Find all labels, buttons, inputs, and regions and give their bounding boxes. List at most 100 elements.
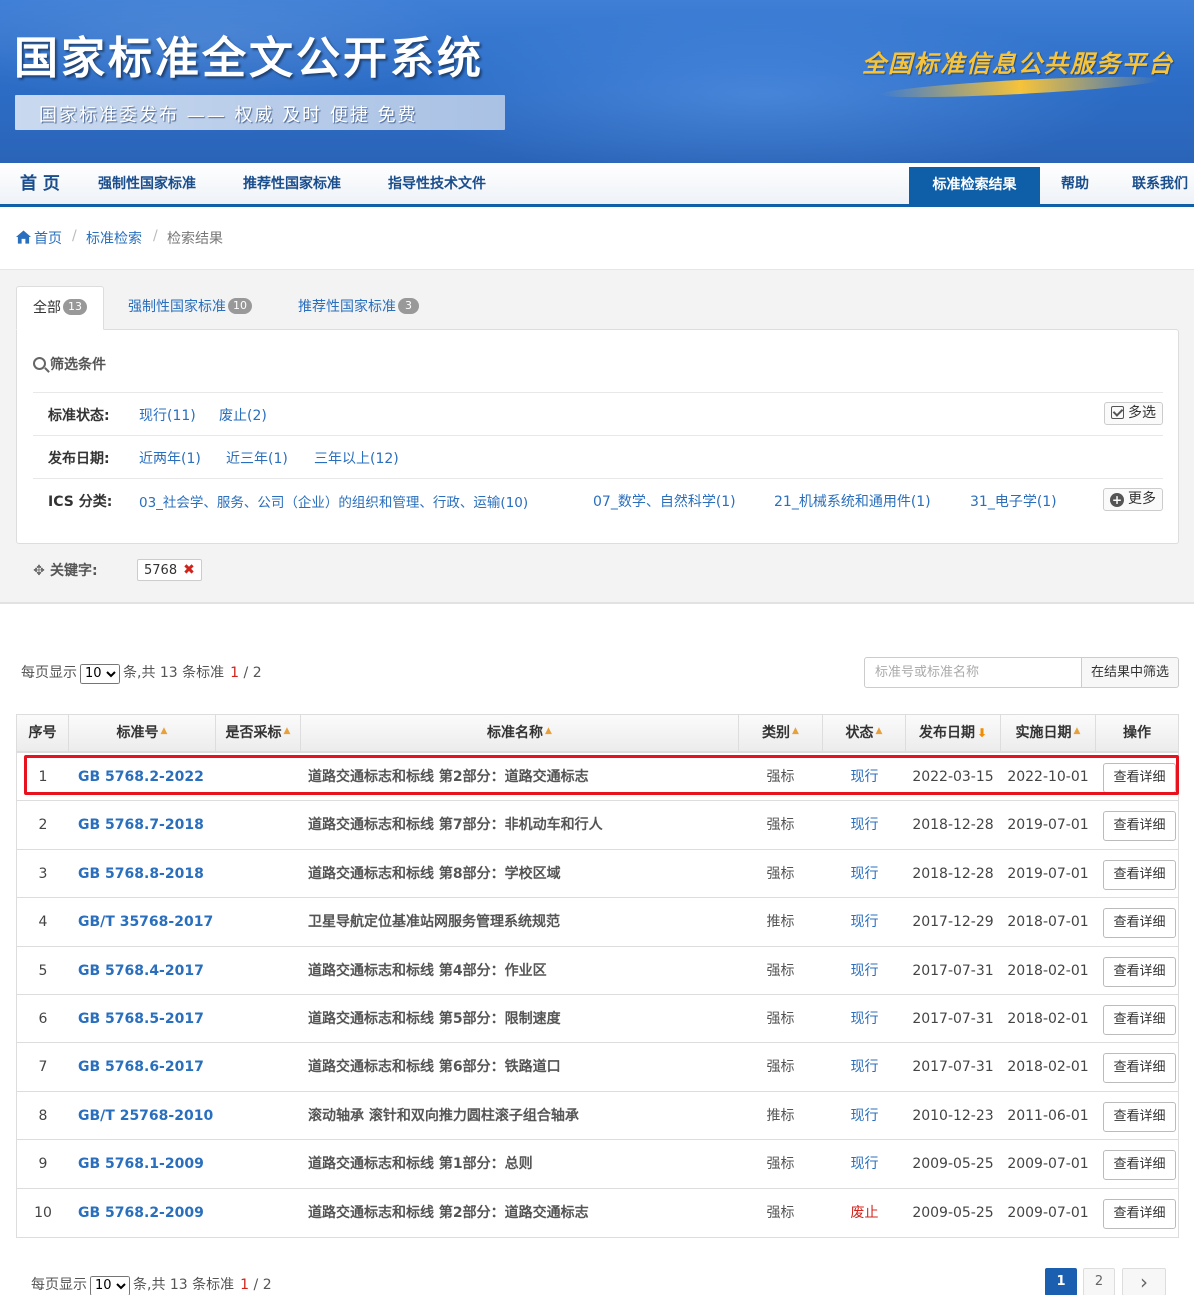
nav-home[interactable]: 首 页 [20,163,60,204]
tab-mandatory[interactable]: 强制性国家标准 10 [112,286,268,330]
implement-date: 2018-07-01 [1007,914,1089,931]
standard-type: 推标 [766,914,795,931]
tab-all[interactable]: 全部 13 [16,286,104,330]
table-body: 1 GB 5768.2-2022 道路交通标志和标线 第2部分：道路交通标志 强标 现行… [17,753,1178,1237]
next-page-button[interactable]: › [1122,1268,1166,1295]
keyword-value: 5768 [144,563,178,578]
standard-name[interactable]: 滚动轴承 滚针和双向推力圆柱滚子组合轴承 [308,1092,579,1140]
publish-date: 2022-03-15 [912,769,994,785]
more-button[interactable]: + 更多 [1103,488,1163,511]
standard-code-link[interactable]: GB 5768.2-2022 [78,753,204,801]
filter-option[interactable]: 三年以上(12) [314,448,399,468]
view-detail-button[interactable]: 查看详细 [1103,859,1176,890]
publish-date: 2018-12-28 [912,865,994,882]
standard-code-link[interactable]: GB 5768.4-2017 [78,947,204,995]
row-number: 5 [38,962,48,979]
nav-help[interactable]: 帮助 [1061,163,1089,204]
filter-option[interactable]: 21_机械系统和通用件(1) [774,491,931,511]
filter-option[interactable]: 现行(11) [139,405,196,425]
results-table: 序号 标准号 ▲ 是否采标 ▲ 标准名称 ▲ 类别 ▲ 状态 ▲ 发布日期 ⬇ 实施日期 ▲ … [16,714,1179,1238]
standard-name[interactable]: 道路交通标志和标线 第4部分：作业区 [308,947,547,995]
col-code[interactable]: 标准号 ▲ [69,715,216,751]
page-button-1[interactable]: 1 [1045,1268,1077,1295]
standard-code-link[interactable]: GB 5768.7-2018 [78,801,204,849]
standard-code-link[interactable]: GB 5768.6-2017 [78,1043,204,1091]
standard-code-link[interactable]: GB 5768.2-2009 [78,1189,204,1237]
standard-name[interactable]: 道路交通标志和标线 第7部分：非机动车和行人 [308,801,603,849]
view-detail-button[interactable]: 查看详细 [1103,763,1176,793]
breadcrumb-search[interactable]: 标准检索 [86,228,142,248]
view-detail-button[interactable]: 查看详细 [1103,1198,1176,1229]
standard-name[interactable]: 道路交通标志和标线 第5部分：限制速度 [308,995,561,1043]
row-number: 4 [38,914,48,931]
per-page-select[interactable]: 10 [80,663,120,684]
filter-label: ICS 分类: [48,494,113,510]
view-detail-button[interactable]: 查看详细 [1103,908,1176,939]
standard-code-link[interactable]: GB 5768.8-2018 [78,850,204,898]
filter-option[interactable]: 31_电子学(1) [970,491,1057,511]
standard-name[interactable]: 道路交通标志和标线 第1部分：总则 [308,1140,533,1188]
publish-date: 2018-12-28 [912,817,994,834]
paging-summary-bottom: 每页显示 10 条,共 13 条标准 1 / 2 [31,1274,272,1295]
search-input[interactable] [864,657,1082,688]
page-button-2[interactable]: 2 [1083,1268,1115,1295]
per-page-select[interactable]: 10 [90,1275,130,1295]
standard-name[interactable]: 道路交通标志和标线 第2部分：道路交通标志 [308,753,589,801]
implement-date: 2022-10-01 [1007,769,1089,785]
view-detail-button[interactable]: 查看详细 [1103,1053,1176,1084]
results-section: 每页显示10条,共 13 条标准1 / 2 在结果中筛选 序号 标准号▲ 是否采… [0,622,1194,1295]
col-adopted[interactable]: 是否采标 ▲ [216,715,301,751]
view-detail-button[interactable]: 查看详细 [1103,1101,1176,1132]
view-detail-button[interactable]: 查看详细 [1103,956,1176,987]
search-icon [33,357,46,370]
implement-date: 2019-07-01 [1007,817,1089,834]
nav-mandatory[interactable]: 强制性国家标准 [98,163,196,204]
col-label: 标准号 [116,725,159,741]
standard-code-link[interactable]: GB/T 25768-2010 [78,1092,213,1140]
status-badge: 现行 [850,1010,879,1027]
standard-code-link[interactable]: GB 5768.5-2017 [78,995,204,1043]
standard-name[interactable]: 道路交通标志和标线 第6部分：铁路道口 [308,1043,561,1091]
status-badge: 现行 [850,1156,879,1173]
publish-date: 2017-07-31 [912,962,994,979]
filter-option[interactable]: 03_社会学、服务、公司（企业）的组织和管理、行政、运输(10) [139,491,528,511]
tab-recommended[interactable]: 推荐性国家标准 3 [282,286,435,330]
filter-option[interactable]: 废止(2) [219,405,267,425]
col-status[interactable]: 状态 ▲ [823,715,906,751]
breadcrumb-home[interactable]: 首页 [34,228,62,248]
col-implement-date[interactable]: 实施日期 ▲ [1001,715,1096,751]
nav-contact[interactable]: 联系我们 [1132,163,1188,204]
col-label: 发布日期 [918,725,975,741]
col-name[interactable]: 标准名称 ▲ [301,715,739,751]
col-label: 状态 [845,725,874,741]
col-label: 类别 [762,725,791,741]
standard-code-link[interactable]: GB 5768.1-2009 [78,1140,204,1188]
nav-recommended[interactable]: 推荐性国家标准 [243,163,341,204]
view-detail-button[interactable]: 查看详细 [1103,1150,1176,1181]
status-badge: 现行 [850,1107,879,1124]
standard-name[interactable]: 道路交通标志和标线 第2部分：道路交通标志 [308,1189,589,1237]
filter-option[interactable]: 07_数学、自然科学(1) [593,491,736,511]
filter-option[interactable]: 近三年(1) [226,448,288,468]
keyword-label: ✥ 关键字: [32,560,97,580]
view-detail-button[interactable]: 查看详细 [1103,811,1176,842]
filter-in-results-button[interactable]: 在结果中筛选 [1081,657,1179,688]
status-badge: 现行 [850,914,879,931]
multi-select-button[interactable]: 多选 [1104,402,1163,425]
nav-search-results[interactable]: 标准检索结果 [909,167,1040,204]
remove-keyword-icon[interactable]: ✖ [183,562,195,578]
current-page: 1 [230,665,240,681]
filter-label: 标准状态: [48,408,110,424]
standard-name[interactable]: 卫星导航定位基准站网服务管理系统规范 [308,898,560,946]
col-publish-date[interactable]: 发布日期 ⬇ [906,715,1001,751]
nav-guidance[interactable]: 指导性技术文件 [388,163,486,204]
col-type[interactable]: 类别 ▲ [739,715,823,751]
sort-up-icon: ▲ [792,726,799,736]
implement-date: 2009-07-01 [1007,1204,1089,1221]
standard-code-link[interactable]: GB/T 35768-2017 [78,898,213,946]
filter-row-date: 发布日期: 近两年(1) 近三年(1) 三年以上(12) [33,435,1163,478]
more-label: 更多 [1128,491,1156,507]
view-detail-button[interactable]: 查看详细 [1103,1004,1176,1035]
standard-name[interactable]: 道路交通标志和标线 第8部分：学校区域 [308,850,561,898]
filter-option[interactable]: 近两年(1) [139,448,201,468]
